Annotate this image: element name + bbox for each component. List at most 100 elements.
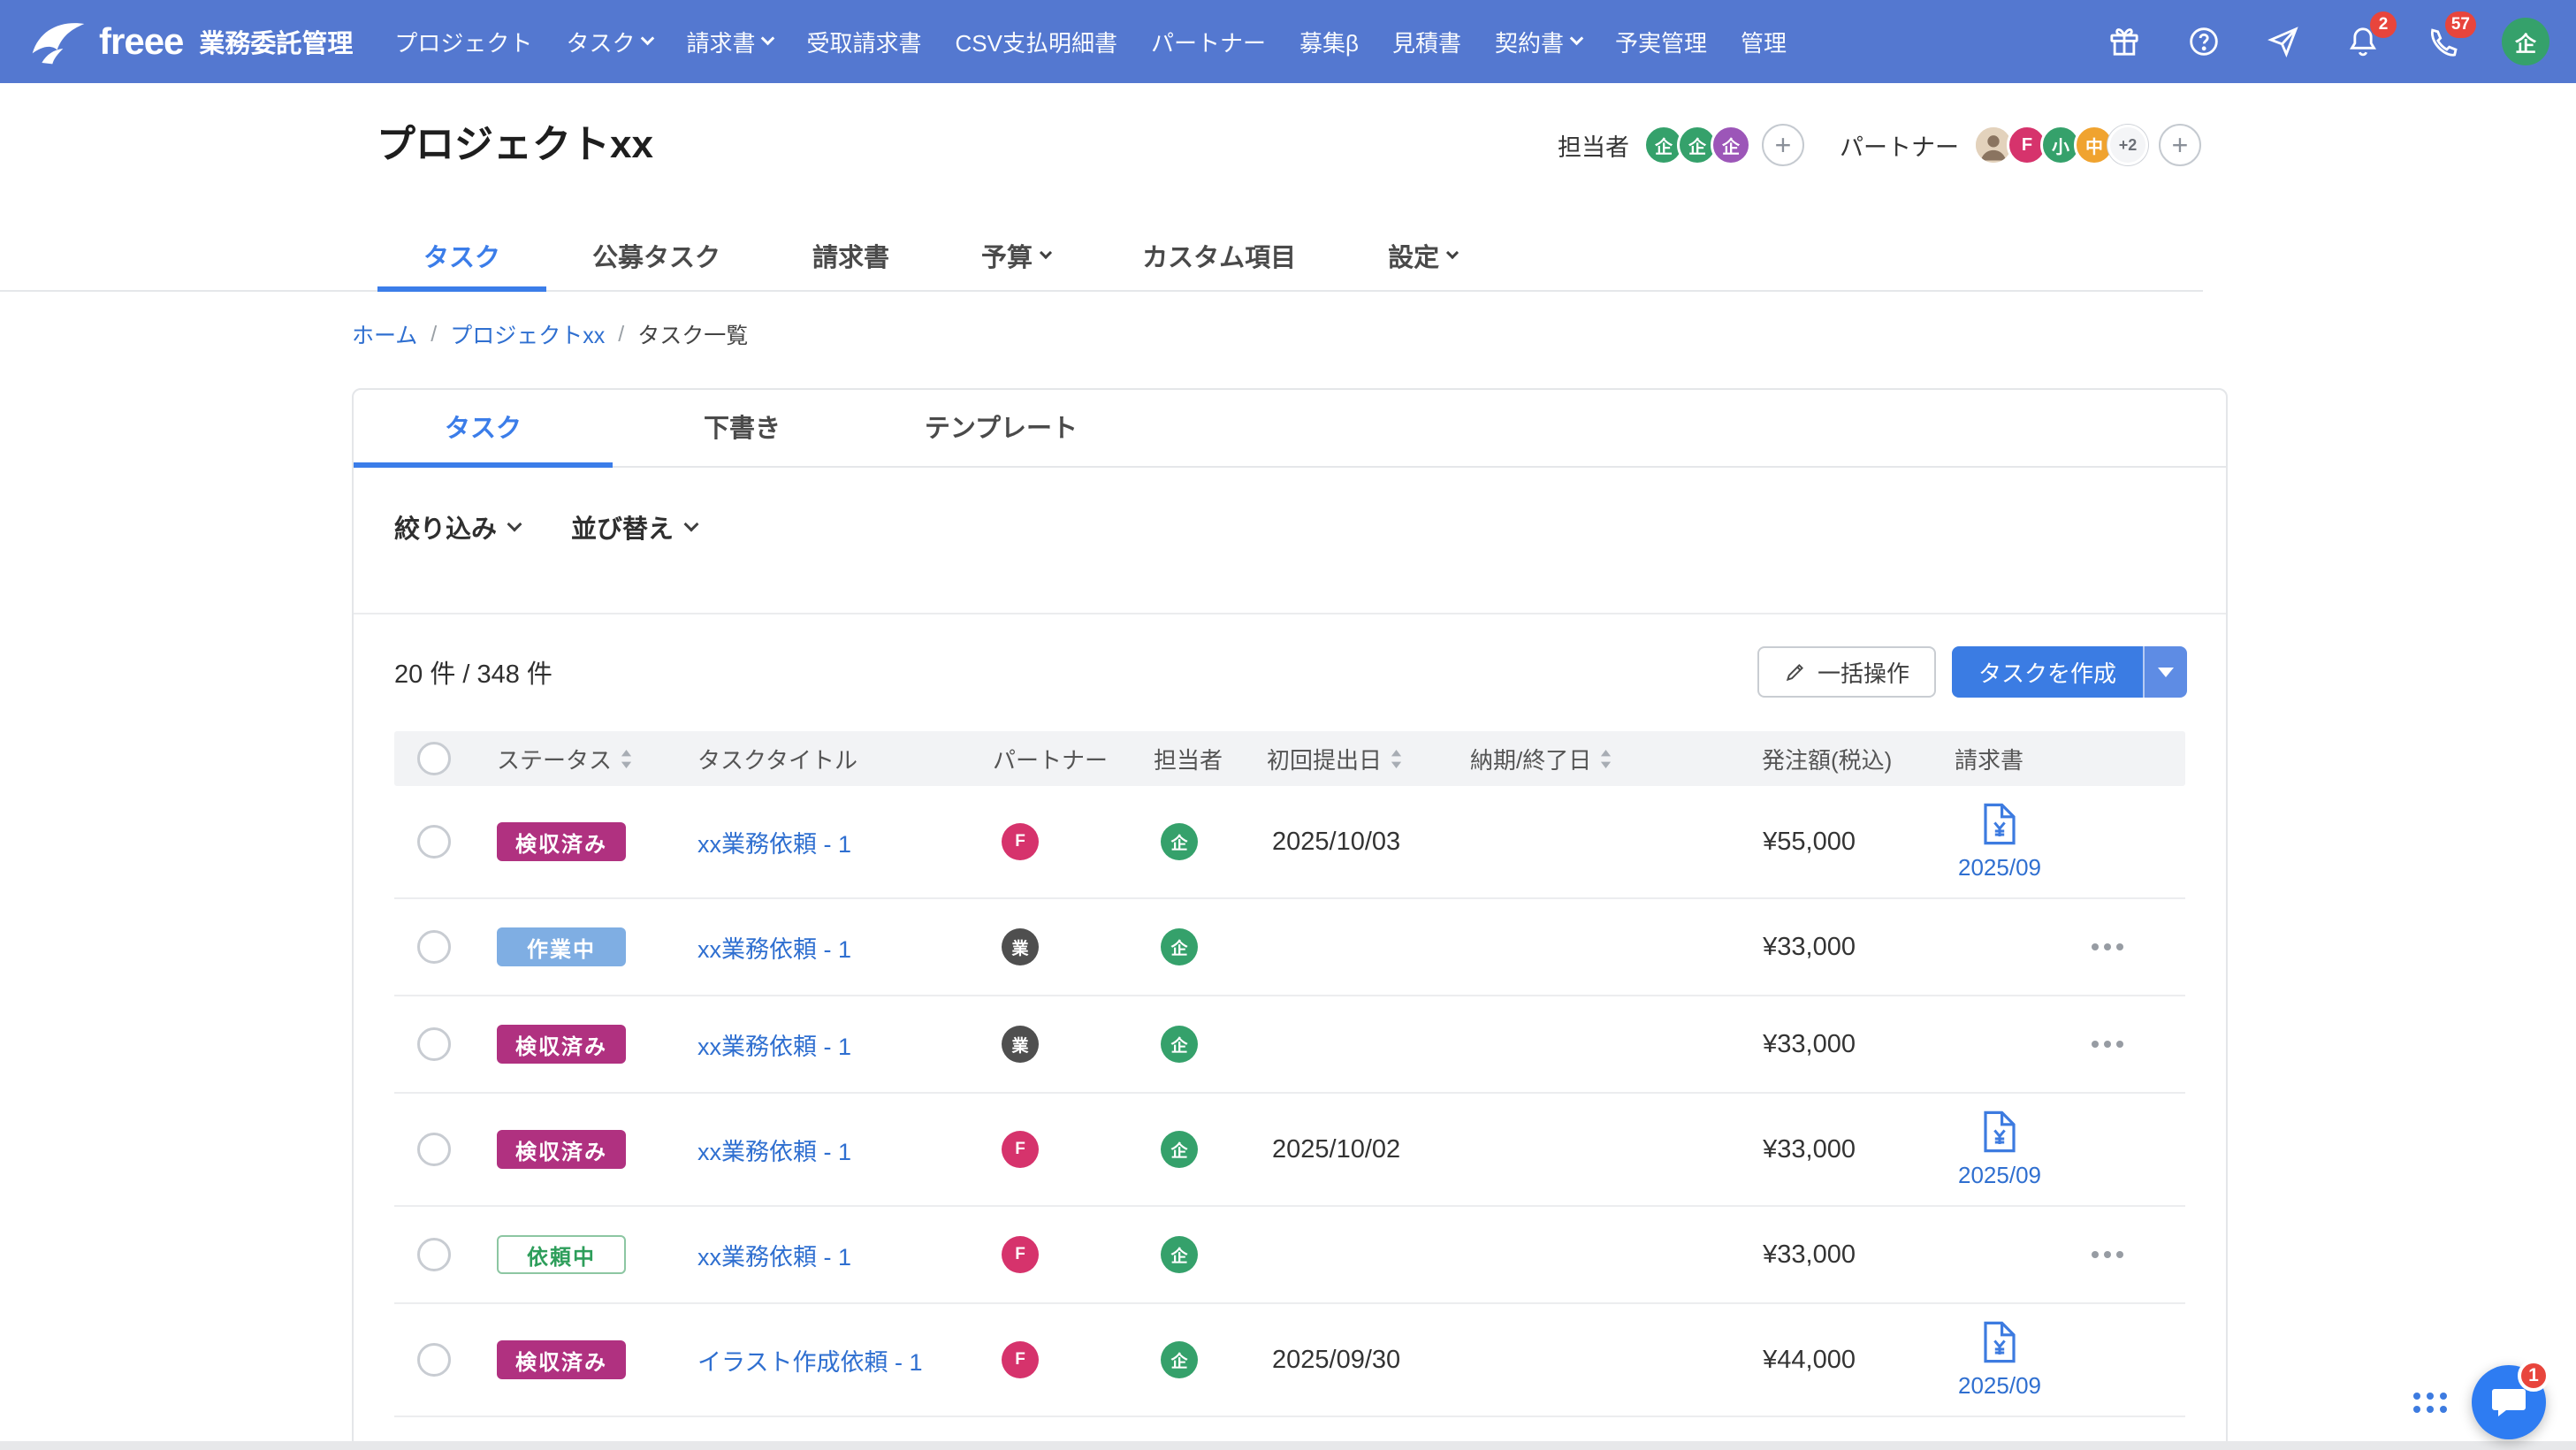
chat-badge: 1 bbox=[2518, 1360, 2549, 1392]
brand-name: freee bbox=[99, 20, 183, 63]
nav-item-quotes[interactable]: 見積書 bbox=[1376, 0, 1478, 83]
tab-custom-fields[interactable]: カスタム項目 bbox=[1096, 225, 1342, 292]
phone-icon[interactable]: 57 bbox=[2422, 21, 2463, 62]
assignee-avatar[interactable]: 企 bbox=[1711, 125, 1751, 165]
row-checkbox[interactable] bbox=[417, 1238, 451, 1271]
tab-settings[interactable]: 設定 bbox=[1342, 225, 1503, 292]
task-list-card: タスク下書きテンプレート 絞り込み 並び替え 20 件 / 348 件 一括操作 bbox=[352, 388, 2228, 1450]
sort-button[interactable]: 並び替え bbox=[571, 508, 697, 546]
nav-item-budget-actual[interactable]: 予実管理 bbox=[1598, 0, 1724, 83]
row-checkbox[interactable] bbox=[417, 1343, 451, 1377]
assignee-avatar: 企 bbox=[1161, 1026, 1198, 1063]
nav-item-csv-payment-statements[interactable]: CSV支払明細書 bbox=[938, 0, 1133, 83]
invoice-link[interactable]: 2025/09 bbox=[1942, 792, 2057, 892]
nav-utility-icons: 2 57 企 bbox=[2104, 18, 2549, 65]
nav-item-received-invoices[interactable]: 受取請求書 bbox=[789, 0, 938, 83]
help-icon[interactable] bbox=[2184, 21, 2224, 62]
chat-button[interactable]: 1 bbox=[2472, 1365, 2546, 1439]
brand[interactable]: freee 業務委託管理 bbox=[30, 18, 353, 65]
list-toolbar: 20 件 / 348 件 一括操作 タスクを作成 bbox=[354, 614, 2226, 698]
task-row: 検収済みxx業務依頼 - 1F企2025/10/03¥55,0002025/09 bbox=[394, 786, 2185, 899]
breadcrumb-project[interactable]: プロジェクトxx bbox=[450, 318, 605, 350]
sort-icon bbox=[1599, 748, 1612, 770]
assignee-avatar: 企 bbox=[1161, 1341, 1198, 1378]
sort-icon bbox=[1390, 748, 1403, 770]
nav-item-tasks[interactable]: タスク bbox=[549, 0, 669, 83]
chevron-down-icon bbox=[507, 516, 522, 531]
nav-item-admin[interactable]: 管理 bbox=[1724, 0, 1803, 83]
tab-public-tasks[interactable]: 公募タスク bbox=[546, 225, 766, 292]
order-amount: ¥33,000 bbox=[1726, 1240, 1912, 1270]
status-badge: 検収済み bbox=[497, 1025, 626, 1064]
row-checkbox[interactable] bbox=[417, 1133, 451, 1166]
chat-launcher-group: 1 bbox=[2413, 1365, 2546, 1439]
col-first-submit[interactable]: 初回提出日 bbox=[1258, 743, 1461, 775]
send-icon[interactable] bbox=[2263, 21, 2304, 62]
partner-avatar: 業 bbox=[1002, 1026, 1039, 1063]
gift-icon[interactable] bbox=[2104, 21, 2145, 62]
task-title-link[interactable]: xx業務依頼 - 1 bbox=[697, 936, 851, 963]
assignee-avatar: 企 bbox=[1161, 823, 1198, 860]
tab-budget[interactable]: 予算 bbox=[935, 225, 1096, 292]
partner-overflow-count[interactable]: +2 bbox=[2107, 125, 2148, 165]
bulk-action-button[interactable]: 一括操作 bbox=[1757, 646, 1936, 698]
first-submit-date: 2025/09/30 bbox=[1258, 1346, 1461, 1375]
filter-button[interactable]: 絞り込み bbox=[394, 508, 520, 546]
task-title-link[interactable]: イラスト作成依頼 - 1 bbox=[697, 1349, 922, 1376]
task-title-link[interactable]: xx業務依頼 - 1 bbox=[697, 1139, 851, 1165]
sort-icon bbox=[620, 748, 633, 770]
task-row: 検収済みxx業務依頼 - 1業企¥33,000 bbox=[394, 996, 2185, 1094]
list-tab-tasks[interactable]: タスク bbox=[354, 390, 613, 468]
table-body: 検収済みxx業務依頼 - 1F企2025/10/03¥55,0002025/09… bbox=[394, 786, 2185, 1450]
task-title-link[interactable]: xx業務依頼 - 1 bbox=[697, 831, 851, 858]
invoice-link[interactable]: 2025/09 bbox=[1942, 1310, 2057, 1410]
nav-item-recruiting[interactable]: 募集β bbox=[1283, 0, 1376, 83]
col-due[interactable]: 納期/終了日 bbox=[1461, 743, 1726, 775]
task-row: 作業中xx業務依頼 - 1業企¥33,000 bbox=[394, 899, 2185, 996]
chevron-down-icon bbox=[761, 32, 775, 46]
partner-avatar: F bbox=[1002, 1341, 1039, 1378]
create-task-button[interactable]: タスクを作成 bbox=[1952, 646, 2143, 698]
partner-avatar-stack: F小中+2 bbox=[1973, 125, 2148, 165]
chevron-down-icon bbox=[1040, 246, 1052, 258]
notifications-bell-icon[interactable]: 2 bbox=[2343, 21, 2383, 62]
tab-invoices[interactable]: 請求書 bbox=[766, 225, 935, 292]
app-root: freee 業務委託管理 プロジェクトタスク請求書受取請求書CSV支払明細書パー… bbox=[0, 0, 2576, 1450]
add-assignee-button[interactable]: + bbox=[1762, 124, 1804, 166]
bell-badge: 2 bbox=[2370, 11, 2397, 38]
row-menu-button[interactable] bbox=[2083, 1032, 2132, 1057]
add-partner-button[interactable]: + bbox=[2159, 124, 2201, 166]
list-tab-drafts[interactable]: 下書き bbox=[613, 390, 872, 468]
col-check bbox=[394, 742, 474, 775]
breadcrumb-home[interactable]: ホーム bbox=[352, 318, 417, 350]
nav-item-invoices[interactable]: 請求書 bbox=[669, 0, 789, 83]
list-tab-templates[interactable]: テンプレート bbox=[872, 390, 1131, 468]
order-amount: ¥44,000 bbox=[1726, 1346, 1912, 1375]
breadcrumb-current: タスク一覧 bbox=[637, 318, 748, 350]
drag-handle-icon[interactable] bbox=[2413, 1393, 2447, 1413]
row-checkbox[interactable] bbox=[417, 930, 451, 964]
invoice-date-label: 2025/09 bbox=[1958, 1162, 2041, 1189]
order-amount: ¥55,000 bbox=[1726, 828, 1912, 857]
user-avatar[interactable]: 企 bbox=[2502, 18, 2549, 65]
task-title-link[interactable]: xx業務依頼 - 1 bbox=[697, 1244, 851, 1271]
invoice-date-label: 2025/09 bbox=[1958, 1372, 2041, 1400]
row-checkbox[interactable] bbox=[417, 1027, 451, 1061]
nav-item-projects[interactable]: プロジェクト bbox=[377, 0, 549, 83]
nav-item-contracts[interactable]: 契約書 bbox=[1478, 0, 1598, 83]
partner-avatar: F bbox=[1002, 823, 1039, 860]
row-checkbox[interactable] bbox=[417, 825, 451, 859]
row-menu-button[interactable] bbox=[2083, 935, 2132, 959]
row-menu-button[interactable] bbox=[2083, 1242, 2132, 1267]
task-title-link[interactable]: xx業務依頼 - 1 bbox=[697, 1034, 851, 1060]
tab-tasks[interactable]: タスク bbox=[377, 225, 546, 292]
sort-button-label: 並び替え bbox=[571, 508, 674, 546]
order-amount: ¥33,000 bbox=[1726, 933, 1912, 962]
col-status[interactable]: ステータス bbox=[474, 743, 674, 775]
order-amount: ¥33,000 bbox=[1726, 1135, 1912, 1164]
create-task-dropdown-button[interactable] bbox=[2143, 646, 2187, 698]
partner-label: パートナー bbox=[1840, 128, 1959, 163]
invoice-link[interactable]: 2025/09 bbox=[1942, 1100, 2057, 1200]
select-all-checkbox[interactable] bbox=[417, 742, 451, 775]
nav-item-partners[interactable]: パートナー bbox=[1134, 0, 1283, 83]
